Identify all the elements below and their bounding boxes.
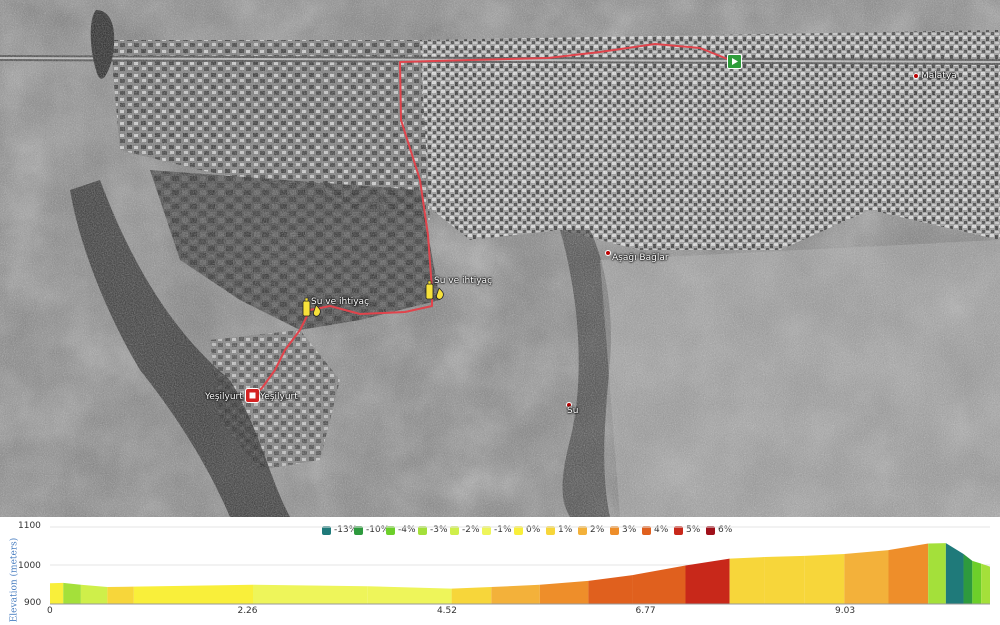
elevation-segment[interactable] [491,584,540,604]
elevation-segment[interactable] [945,543,964,604]
elevation-segment[interactable] [685,558,730,604]
elevation-segment[interactable] [844,550,889,604]
stop-icon [249,392,256,399]
x-tick-label: 4.52 [436,606,457,616]
elevation-segment[interactable] [981,563,990,604]
place-label-asagi-baglar[interactable]: Aşağı Bağlar [612,253,669,263]
elevation-segment[interactable] [588,575,633,604]
route-line[interactable] [252,43,736,397]
elevation-segment[interactable] [764,555,805,604]
x-tick-label: 9.03 [835,606,856,616]
elevation-profile[interactable]: -13% -10% -4% -3% -2% -1% 0% 1% 2% 3% 4% 5% 6% Eleva… [0,517,1000,625]
elevation-segment[interactable] [133,584,254,604]
place-dot-malatya [913,73,919,79]
elevation-segment[interactable] [888,543,929,604]
elevation-segment[interactable] [63,582,81,604]
elevation-segment[interactable] [539,580,589,604]
elevation-segment[interactable] [972,560,982,604]
elevation-segment[interactable] [367,586,452,604]
elevation-segment[interactable] [107,586,134,604]
play-icon [732,58,738,65]
elevation-segment[interactable] [451,587,492,604]
elevation-segment[interactable] [253,584,368,604]
place-label-yesilyurt-2[interactable]: Yeşilyurt [260,392,298,402]
place-label-su[interactable]: Su [567,406,578,416]
route-overlay [252,43,736,397]
elevation-segment[interactable] [963,553,973,604]
satellite-map[interactable]: Malatya Aşağı Bağlar Su Yeşilyurt Yeşily… [0,0,1000,517]
x-tick-label: 2.26 [237,606,258,616]
x-tick-label: 6.77 [635,606,656,616]
elevation-segment[interactable] [804,553,845,604]
elevation-segment[interactable] [632,565,686,605]
elevation-segment[interactable] [50,582,64,604]
waypoint-label-water-2[interactable]: Su ve ihtiyaç [434,276,492,286]
route-end-marker[interactable] [245,388,260,403]
elevation-segment[interactable] [80,584,108,604]
place-label-malatya[interactable]: Malatya [921,71,957,81]
route-start-marker[interactable] [727,54,742,69]
place-dot-asagi-baglar [605,250,611,256]
x-tick-label: 0 [47,606,53,616]
elevation-segment[interactable] [928,543,946,604]
elevation-segment[interactable] [729,557,765,604]
waypoint-label-water-1[interactable]: Su ve ihtiyaç [311,297,369,307]
place-label-yesilyurt[interactable]: Yeşilyurt [205,392,243,402]
